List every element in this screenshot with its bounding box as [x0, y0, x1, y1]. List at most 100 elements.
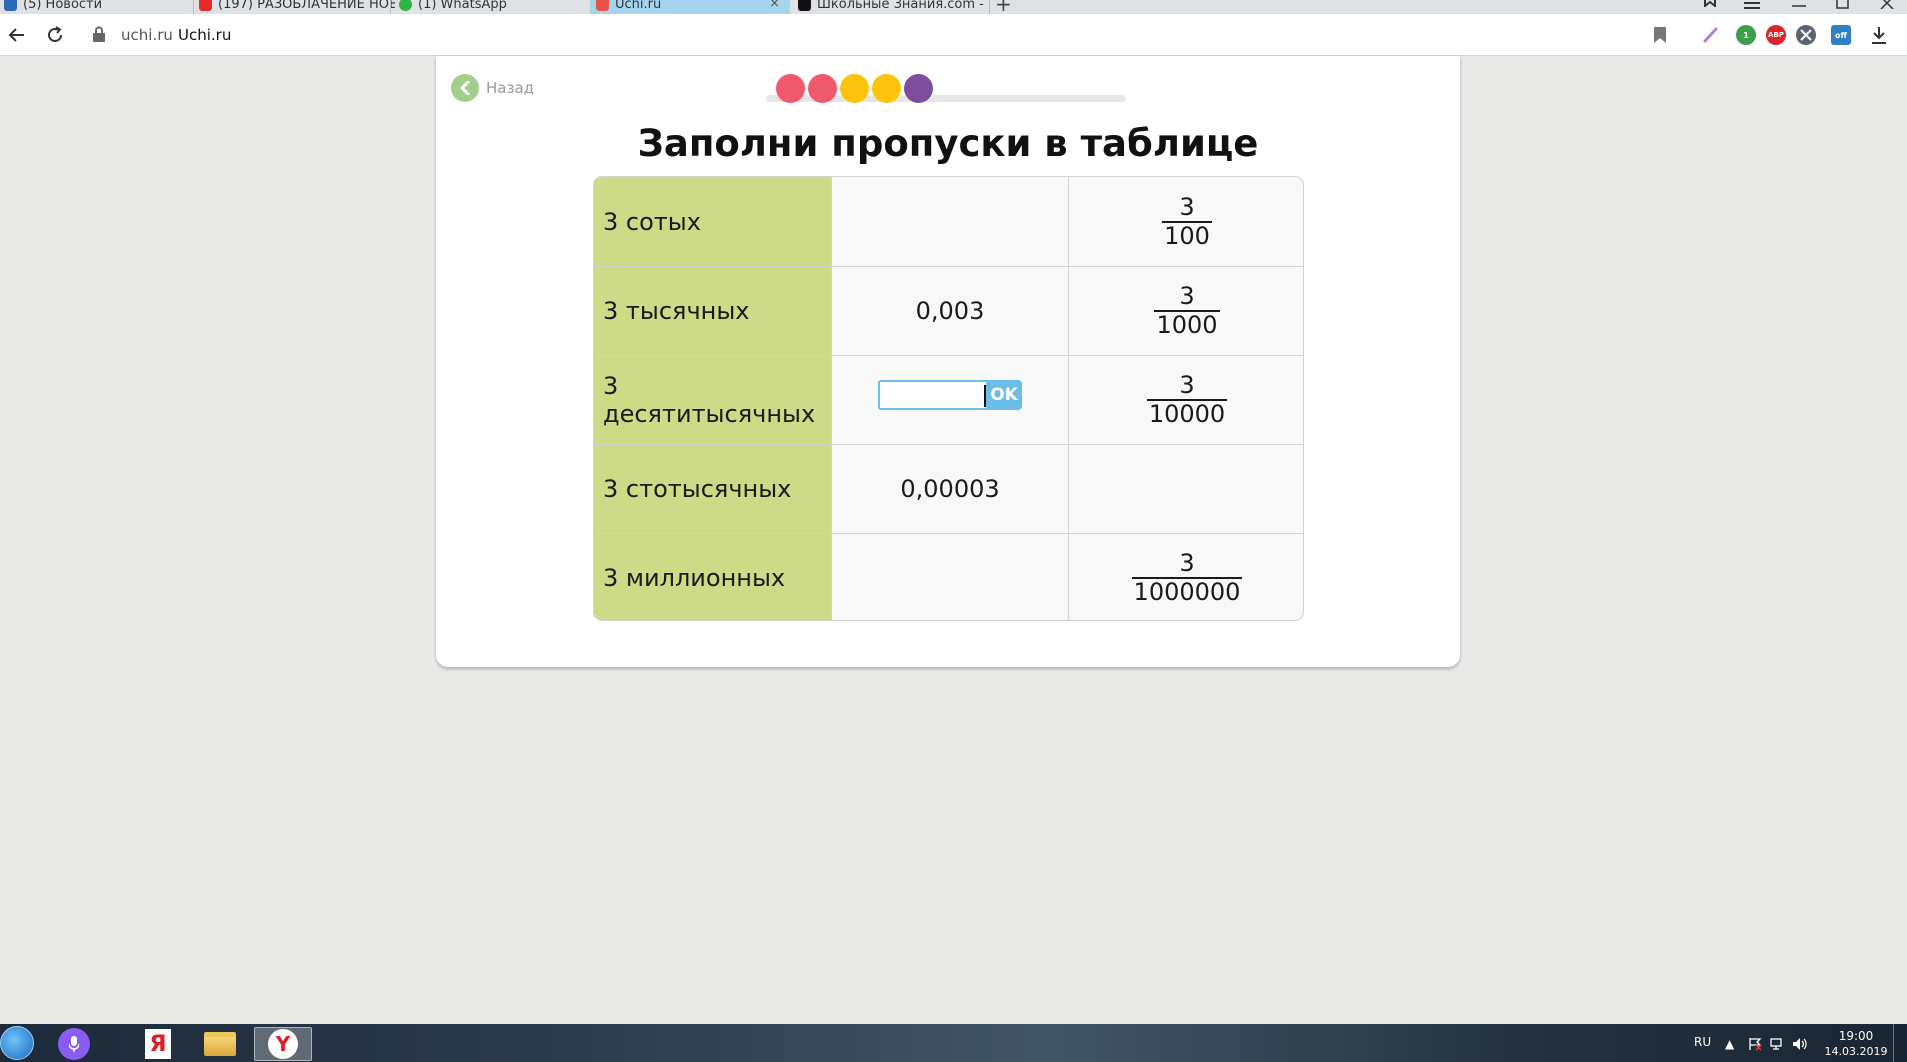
- start-button[interactable]: [0, 1026, 34, 1060]
- table-row: 3 десятитысячных OK 3 10000: [594, 355, 1303, 444]
- bookmark-button[interactable]: [1647, 22, 1673, 48]
- fraction: 3 1000: [1154, 282, 1220, 339]
- bookmark-tabs-icon[interactable]: [1702, 0, 1718, 11]
- decimal-cell: 0,003: [831, 267, 1068, 355]
- decimal-cell: 0,00003: [831, 445, 1068, 533]
- minimize-window-icon[interactable]: [1792, 0, 1806, 14]
- tab-whatsapp[interactable]: (1) WhatsApp: [395, 0, 590, 14]
- progress-dot: [872, 74, 901, 103]
- table-row: 3 стотысячных 0,00003: [594, 444, 1303, 533]
- chevron-left-icon: [451, 74, 479, 102]
- progress-dot: [904, 74, 933, 103]
- menu-icon[interactable]: [1744, 0, 1760, 14]
- page-title: Заполни пропуски в таблице: [637, 122, 1259, 165]
- close-window-icon[interactable]: [1880, 0, 1894, 13]
- alice-voice-icon: [58, 1028, 90, 1060]
- fraction: 3 10000: [1146, 371, 1228, 428]
- numerator: 3: [1179, 371, 1195, 399]
- offers-icon[interactable]: off: [1831, 25, 1851, 45]
- row-label: 3 стотысячных: [594, 445, 831, 533]
- decimal-cell: OK: [831, 356, 1068, 444]
- download-icon: [1872, 27, 1886, 44]
- tab-label: (197) РАЗОБЛАЧЕНИЕ НОВ: [218, 0, 395, 12]
- denominator: 10000: [1146, 399, 1228, 428]
- fraction: 3 1000000: [1131, 549, 1243, 606]
- back-button[interactable]: Назад: [451, 74, 534, 102]
- denominator: 1000: [1154, 310, 1220, 339]
- tab-news[interactable]: (5) Новости: [0, 0, 195, 14]
- address-page-title[interactable]: Uchi.ru: [178, 26, 231, 44]
- close-tab-icon[interactable]: ×: [769, 0, 780, 11]
- language-indicator[interactable]: RU: [1694, 1035, 1711, 1049]
- yandex-button[interactable]: Я: [134, 1027, 182, 1061]
- pen-icon[interactable]: [1701, 25, 1721, 45]
- tab-uchi[interactable]: Uchi.ru ×: [590, 0, 790, 14]
- back-label: Назад: [486, 79, 535, 97]
- tab-label: (1) WhatsApp: [418, 0, 507, 12]
- fraction-cell: 3 1000000: [1068, 534, 1303, 620]
- address-domain[interactable]: uchi.ru: [121, 26, 173, 44]
- fraction: 3 100: [1162, 193, 1212, 250]
- clock-time[interactable]: 19:00: [1826, 1029, 1886, 1043]
- news-favicon-icon: [4, 0, 17, 11]
- row-label: 3 тысячных: [594, 267, 831, 355]
- tab-znanija[interactable]: Школьные Знания.com - Р: [794, 0, 989, 14]
- table-row: 3 сотых 3 100: [594, 177, 1303, 266]
- progress-dot: [840, 74, 869, 103]
- tab-bar: (5) Новости (197) РАЗОБЛАЧЕНИЕ НОВ (1) W…: [0, 0, 1907, 14]
- restore-window-icon[interactable]: [1836, 0, 1850, 13]
- shield-counter-icon[interactable]: 1: [1736, 25, 1756, 45]
- numerator: 3: [1179, 282, 1195, 310]
- text-caret: [984, 385, 986, 407]
- yandex-icon: Я: [145, 1029, 171, 1059]
- file-explorer-button[interactable]: [196, 1027, 244, 1061]
- downloads-button[interactable]: [1866, 22, 1892, 48]
- tab-youtube[interactable]: (197) РАЗОБЛАЧЕНИЕ НОВ: [195, 0, 395, 14]
- denominator: 100: [1162, 220, 1212, 250]
- new-tab-button[interactable]: +: [995, 0, 1012, 14]
- progress-dot: [808, 74, 837, 103]
- reload-button[interactable]: [42, 22, 68, 48]
- answer-input[interactable]: [878, 380, 986, 410]
- back-nav-button[interactable]: [3, 22, 29, 48]
- row-label: 3 миллионных: [594, 534, 831, 620]
- action-center-flag-icon[interactable]: [1748, 1037, 1762, 1054]
- table-row: 3 миллионных 3 1000000: [594, 533, 1303, 620]
- vpn-icon[interactable]: [1796, 25, 1816, 45]
- decimal-cell: [831, 534, 1068, 620]
- reload-icon: [48, 26, 62, 42]
- fraction-table: 3 сотых 3 100 3 тысячных 0,003 3 1000 3 …: [593, 176, 1304, 621]
- alice-voice-button[interactable]: [50, 1027, 98, 1061]
- row-label: 3 сотых: [594, 177, 831, 266]
- tab-label: Uchi.ru: [615, 0, 662, 12]
- adblock-icon[interactable]: ABP: [1766, 25, 1786, 45]
- uchi-favicon-icon: [596, 0, 609, 11]
- fraction-cell: 3 10000: [1068, 356, 1303, 444]
- denominator: 1000000: [1131, 577, 1243, 606]
- fraction-cell: 3 100: [1068, 177, 1303, 266]
- yandex-browser-button[interactable]: Y: [254, 1027, 312, 1061]
- clock-date[interactable]: 14.03.2019: [1822, 1045, 1890, 1058]
- youtube-favicon-icon: [199, 0, 212, 11]
- tray-expand-icon[interactable]: ▲: [1725, 1037, 1734, 1051]
- task-card: Назад Заполни пропуски в таблице 3 сотых…: [436, 56, 1460, 667]
- tab-label: Школьные Знания.com - Р: [817, 0, 989, 12]
- numerator: 3: [1179, 549, 1195, 577]
- bookmark-icon: [1654, 27, 1666, 43]
- volume-icon[interactable]: [1792, 1037, 1808, 1054]
- lock-icon[interactable]: [92, 26, 106, 42]
- browser-toolbar: uchi.ru Uchi.ru 1 ABP off: [0, 14, 1907, 56]
- arrow-left-icon: [8, 28, 24, 42]
- row-label: 3 десятитысячных: [594, 356, 831, 444]
- yandex-browser-icon: Y: [268, 1029, 298, 1059]
- table-row: 3 тысячных 0,003 3 1000: [594, 266, 1303, 355]
- progress-indicator: [766, 74, 1126, 106]
- progress-dot: [776, 74, 805, 103]
- network-icon[interactable]: [1770, 1037, 1784, 1054]
- show-desktop-button[interactable]: [1893, 1024, 1907, 1062]
- ok-button[interactable]: OK: [986, 380, 1022, 410]
- fraction-cell: 3 1000: [1068, 267, 1303, 355]
- decimal-cell: [831, 177, 1068, 266]
- tab-label: (5) Новости: [23, 0, 103, 12]
- answer-form: OK: [878, 380, 1022, 410]
